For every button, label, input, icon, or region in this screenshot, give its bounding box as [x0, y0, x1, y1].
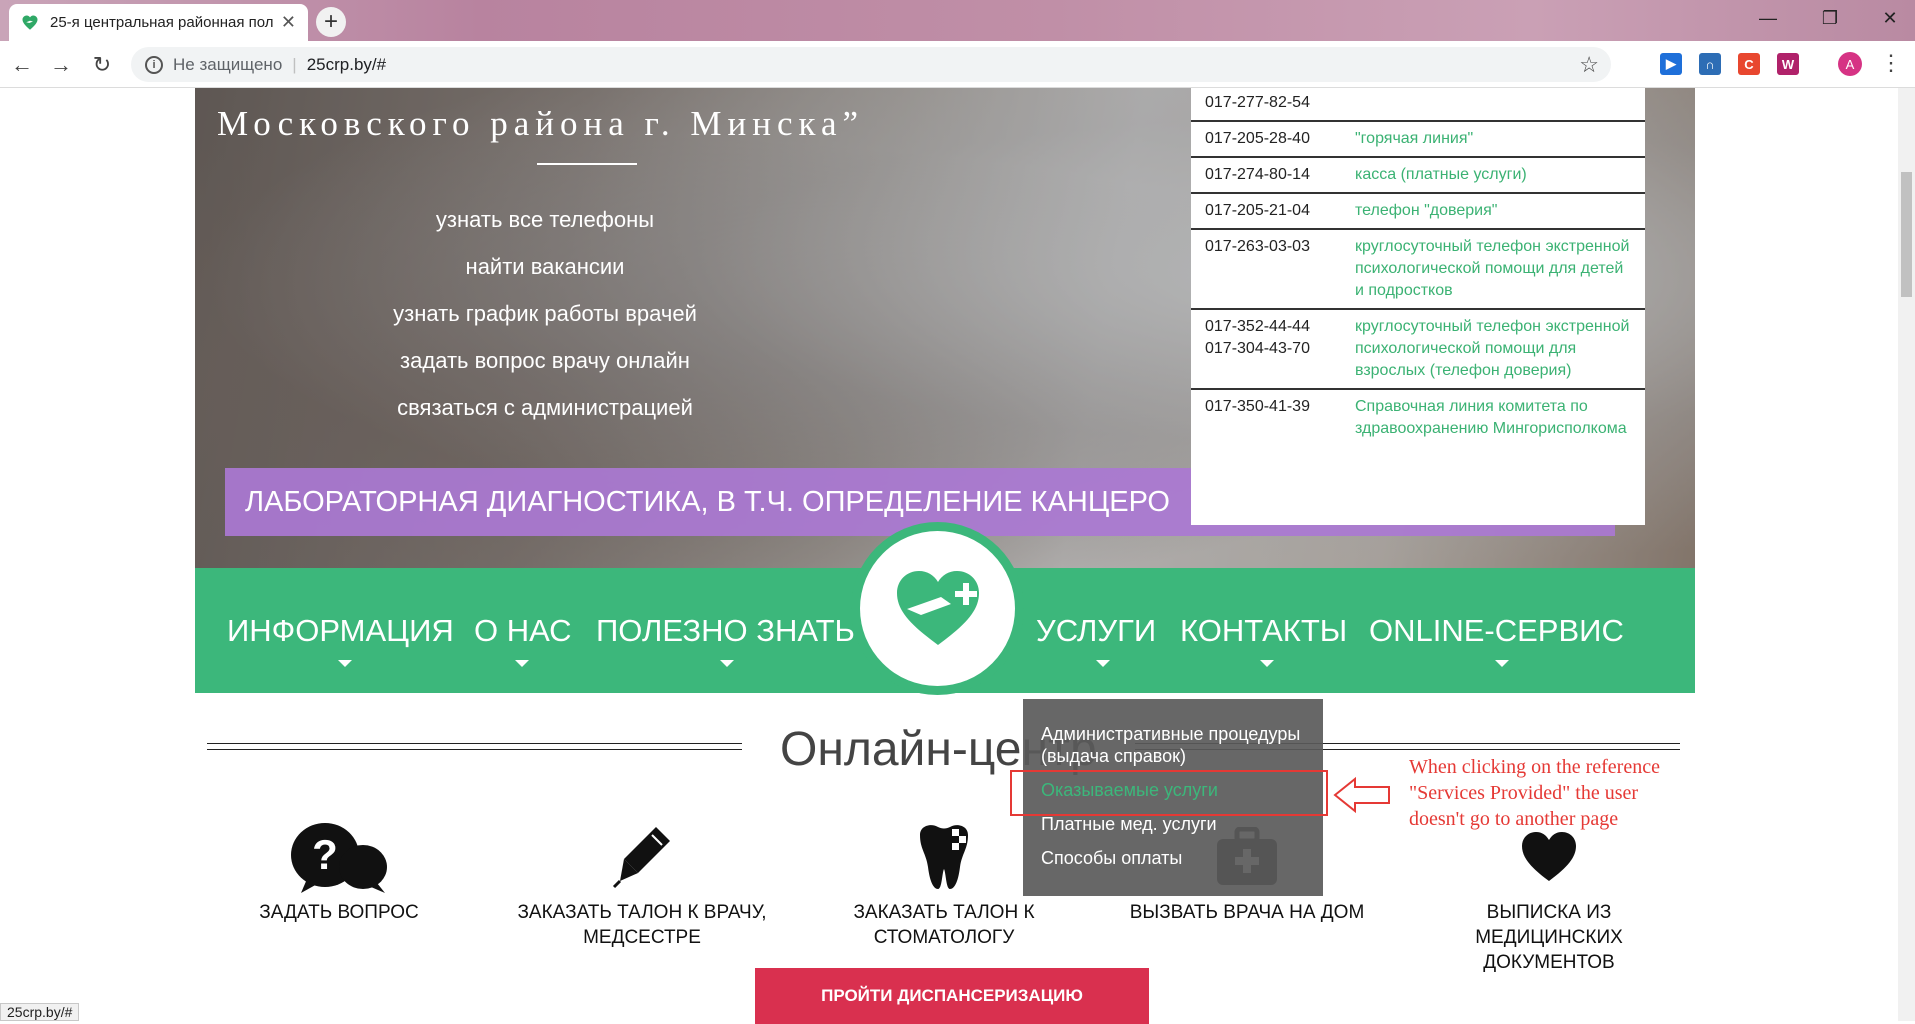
dispensary-cta-button[interactable]: ПРОЙТИ ДИСПАНСЕРИЗАЦИЮ	[755, 968, 1149, 1024]
hero-title-underline	[537, 163, 637, 165]
phone-description: Справочная линия комитета по здравоохран…	[1355, 398, 1627, 437]
omnibox-separator: |	[292, 54, 297, 74]
section-rule-left	[207, 749, 742, 750]
browser-tab[interactable]: 25-я центральная районная пол ✕	[9, 4, 308, 41]
service-medical-extract[interactable]: ВЫПИСКА ИЗ МЕДИЦИНСКИХ ДОКУМЕНТОВ	[1424, 822, 1674, 975]
address-bar[interactable]: i Не защищено | 25crp.by/# ☆	[131, 47, 1611, 82]
service-label: ВЫПИСКА ИЗ МЕДИЦИНСКИХ ДОКУМЕНТОВ	[1475, 902, 1623, 973]
svg-text:?: ?	[312, 831, 338, 878]
chevron-down-icon	[720, 660, 734, 667]
restore-icon[interactable]: ❐	[1806, 0, 1854, 36]
logo-inner	[860, 531, 1015, 686]
nav-item-about[interactable]: О НАС	[474, 613, 572, 649]
heart-cross-logo-icon	[896, 570, 979, 645]
extension-play-icon[interactable]: ▶	[1660, 53, 1682, 75]
url-text: 25crp.by/#	[306, 54, 387, 74]
service-ask-question[interactable]: ? ЗАДАТЬ ВОПРОС	[214, 822, 464, 925]
pen-icon	[517, 822, 767, 892]
chevron-down-icon	[1495, 660, 1509, 667]
menu-kebab-icon[interactable]: ⋮	[1880, 50, 1902, 76]
browser-status-url: 25crp.by/#	[0, 1003, 80, 1021]
hero-link-vacancies[interactable]: найти вакансии	[345, 243, 745, 290]
phone-row: 017-205-28-40 "горячая линия"	[1191, 122, 1645, 158]
phone-number[interactable]: 017-274-80-14	[1205, 164, 1355, 186]
phone-number[interactable]: 017-263-03-03	[1205, 236, 1355, 302]
nav-item-services[interactable]: УСЛУГИ	[1036, 613, 1156, 649]
phone-row: 017-263-03-03 круглосуточный телефон экс…	[1191, 230, 1645, 310]
browser-toolbar: ← → ↻ i Не защищено | 25crp.by/# ☆	[0, 41, 1915, 88]
hero-link-schedule[interactable]: узнать график работы врачей	[345, 290, 745, 337]
hero-link-phones[interactable]: узнать все телефоны	[345, 196, 745, 243]
minimize-icon[interactable]: —	[1744, 0, 1792, 36]
chevron-down-icon	[1260, 660, 1274, 667]
hero-quick-links: узнать все телефоны найти вакансии узнат…	[345, 196, 745, 431]
site-logo[interactable]	[851, 522, 1024, 695]
forward-icon[interactable]: →	[46, 50, 76, 80]
annotation-highlight-box	[1010, 770, 1328, 816]
phone-number[interactable]: 017-350-41-39	[1205, 396, 1355, 440]
scrollbar-thumb[interactable]	[1901, 172, 1912, 297]
chevron-down-icon	[1096, 660, 1110, 667]
nav-item-online-service[interactable]: ONLINE-СЕРВИС	[1369, 613, 1624, 649]
tab-close-icon[interactable]: ✕	[281, 12, 296, 33]
annotation-arrow-icon	[1333, 776, 1390, 814]
hero-link-ask-doctor[interactable]: задать вопрос врачу онлайн	[345, 337, 745, 384]
extension-lock-icon[interactable]: ∩	[1699, 53, 1721, 75]
question-chat-icon: ?	[214, 822, 464, 893]
extension-c-icon[interactable]: C	[1738, 53, 1760, 75]
service-label: ЗАКАЗАТЬ ТАЛОН К ВРАЧУ, МЕДСЕСТРЕ	[517, 902, 767, 948]
phone-number[interactable]: 017-277-82-54	[1205, 92, 1355, 114]
page-scrollbar[interactable]	[1898, 88, 1915, 1021]
dropdown-item-payment-methods[interactable]: Способы оплаты	[1023, 847, 1323, 869]
phone-number[interactable]: 017-205-28-40	[1205, 128, 1355, 150]
nav-item-information[interactable]: ИНФОРМАЦИЯ	[227, 613, 454, 649]
hero-title: Московского района г. Минска”	[217, 104, 865, 143]
phone-row: 017-205-21-04 телефон "доверия"	[1191, 194, 1645, 230]
heart-favicon-icon	[22, 15, 38, 30]
heart-icon	[1424, 822, 1674, 892]
nav-item-contacts[interactable]: КОНТАКТЫ	[1180, 613, 1347, 649]
nav-item-useful[interactable]: ПОЛЕЗНО ЗНАТЬ	[596, 613, 855, 649]
phone-number[interactable]: 017-352-44-44 017-304-43-70	[1205, 316, 1355, 382]
section-rule-left	[207, 743, 742, 744]
annotation-text: When clicking on the reference "Services…	[1409, 756, 1660, 830]
tab-title: 25-я центральная районная пол	[50, 14, 274, 31]
profile-avatar[interactable]: A	[1838, 52, 1862, 76]
phone-row: 017-352-44-44 017-304-43-70 круглосуточн…	[1191, 310, 1645, 390]
close-window-icon[interactable]: ✕	[1866, 0, 1914, 36]
phone-description: "горячая линия"	[1355, 130, 1474, 147]
phone-description: касса (платные услуги)	[1355, 166, 1527, 183]
not-secure-label: Не защищено	[173, 54, 283, 74]
phone-description: телефон "доверия"	[1355, 202, 1498, 219]
back-icon[interactable]: ←	[7, 50, 37, 80]
bookmark-star-icon[interactable]: ☆	[1579, 52, 1599, 78]
phone-row: 017-277-82-54	[1191, 88, 1645, 122]
service-label: ВЫЗВАТЬ ВРАЧА НА ДОМ	[1129, 902, 1365, 923]
phone-description: круглосуточный телефон экстренной психол…	[1355, 318, 1630, 379]
phone-description	[1355, 92, 1633, 114]
chevron-down-icon	[338, 660, 352, 667]
extension-w-icon[interactable]: W	[1777, 53, 1799, 75]
phone-description: круглосуточный телефон экстренной психол…	[1355, 238, 1630, 299]
hero-link-contact-admin[interactable]: связаться с администрацией	[345, 384, 745, 431]
phone-row: 017-350-41-39 Справочная линия комитета …	[1191, 390, 1645, 446]
phones-panel: 017-277-82-54 017-205-28-40 "горячая лин…	[1191, 88, 1645, 525]
dropdown-item-admin-procedures[interactable]: Административные процедуры (выдача справ…	[1023, 723, 1323, 767]
service-label: ЗАКАЗАТЬ ТАЛОН К СТОМАТОЛОГУ	[853, 902, 1035, 948]
service-label: ЗАДАТЬ ВОПРОС	[259, 902, 419, 923]
info-icon[interactable]: i	[145, 55, 163, 74]
chevron-down-icon	[515, 660, 529, 667]
service-book-doctor[interactable]: ЗАКАЗАТЬ ТАЛОН К ВРАЧУ, МЕДСЕСТРЕ	[517, 822, 767, 950]
dropdown-item-paid-services[interactable]: Платные мед. услуги	[1023, 813, 1323, 835]
reload-icon[interactable]: ↻	[87, 50, 117, 80]
new-tab-button[interactable]: +	[316, 7, 346, 37]
phone-number[interactable]: 017-205-21-04	[1205, 200, 1355, 222]
phone-row: 017-274-80-14 касса (платные услуги)	[1191, 158, 1645, 194]
browser-tab-strip: 25-я центральная районная пол ✕ + — ❐ ✕	[0, 0, 1915, 41]
